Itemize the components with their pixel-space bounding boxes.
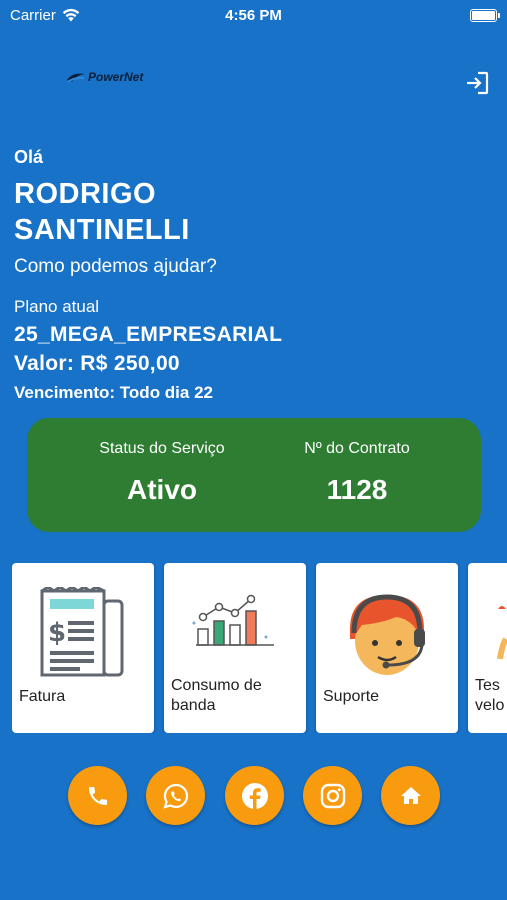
facebook-button[interactable] <box>225 766 284 825</box>
tile-teste-label: Tes velo <box>475 677 505 714</box>
service-status-value: Ativo <box>127 474 197 505</box>
contract-number-value: 1128 <box>326 474 388 505</box>
home-button[interactable] <box>381 766 440 825</box>
speed-test-icon <box>497 606 507 659</box>
contract-number-label: Nº do Contrato <box>304 440 410 457</box>
tile-suporte-label: Suporte <box>323 688 380 705</box>
brand-logo: PowerNet <box>66 70 143 84</box>
logo-text: PowerNet <box>88 70 144 84</box>
action-buttons <box>0 766 507 826</box>
home-icon <box>400 786 421 804</box>
support-agent-icon <box>350 594 425 675</box>
tile-consumo-label: Consumo de banda <box>171 677 262 714</box>
instagram-icon <box>320 783 345 808</box>
invoice-icon: $ <box>40 587 124 677</box>
tile-fatura[interactable]: $ Fatura <box>12 563 154 733</box>
wifi-icon <box>62 8 80 22</box>
plan-name: 25_MEGA_EMPRESARIAL <box>14 323 283 346</box>
tile-teste-velocidade[interactable]: Tes velo <box>468 563 507 733</box>
tile-fatura-label: Fatura <box>19 688 66 705</box>
phone-button[interactable] <box>68 766 127 825</box>
whatsapp-icon <box>162 783 188 809</box>
carrier-label: Carrier <box>10 6 56 24</box>
plan-value: Valor: R$ 250,00 <box>14 352 180 375</box>
tile-consumo-de-banda[interactable]: Consumo de banda <box>164 563 306 733</box>
bandwidth-chart-icon <box>192 594 274 646</box>
logo-mark-icon <box>67 73 85 83</box>
menu-tiles: $ Fatura Consumo de banda Suporte Tes ve… <box>12 563 507 733</box>
svg-text:$: $ <box>48 618 66 648</box>
greeting: Olá <box>14 147 44 167</box>
service-status-card: Status do Serviço Ativo Nº do Contrato 1… <box>27 418 481 532</box>
user-name: RODRIGO SANTINELLI <box>14 178 190 246</box>
instagram-button[interactable] <box>303 766 362 825</box>
contract-number: Nº do Contrato 1128 <box>282 440 432 506</box>
help-text: Como podemos ajudar? <box>14 256 217 277</box>
facebook-icon <box>241 782 268 809</box>
plan-due-date: Vencimento: Todo dia 22 <box>14 383 213 402</box>
status-left: Carrier <box>10 7 80 24</box>
logout-icon[interactable] <box>464 70 490 96</box>
status-bar: Carrier 4:56 PM <box>0 0 507 30</box>
whatsapp-button[interactable] <box>146 766 205 825</box>
service-status: Status do Serviço Ativo <box>87 440 237 506</box>
plan-label: Plano atual <box>14 297 100 316</box>
service-status-label: Status do Serviço <box>99 440 225 457</box>
phone-icon <box>88 786 107 805</box>
tile-suporte[interactable]: Suporte <box>316 563 458 733</box>
battery-icon <box>470 8 500 22</box>
